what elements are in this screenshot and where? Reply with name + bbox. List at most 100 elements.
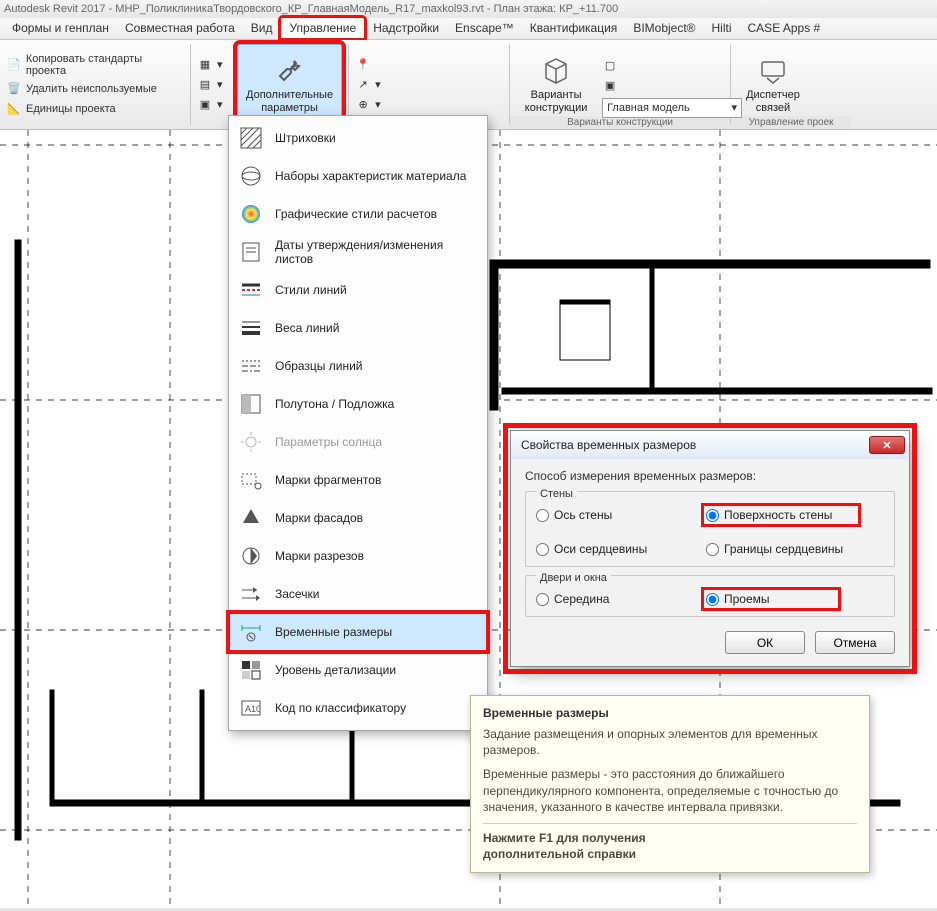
menu-material-assets[interactable]: Наборы характеристик материала (229, 157, 487, 195)
menu-assembly-code[interactable]: A10Код по классификатору (229, 689, 487, 727)
cmd-purge-unused-label: Удалить неиспользуемые (26, 83, 157, 95)
radio-openings[interactable]: Проемы (706, 592, 836, 606)
code-icon: A10 (237, 694, 265, 722)
menu-analysis-styles[interactable]: Графические стили расчетов (229, 195, 487, 233)
sun-icon (237, 428, 265, 456)
menu-halftone[interactable]: Полутона / Подложка (229, 385, 487, 423)
manage-links-label1: Диспетчер (746, 89, 800, 101)
menu-fill-patterns-label: Штриховки (275, 131, 336, 145)
menu-sun-settings-label: Параметры солнца (275, 435, 382, 449)
radio-openings-label: Проемы (724, 592, 770, 606)
tab-hilti[interactable]: Hilti (704, 18, 740, 39)
callout-icon (237, 466, 265, 494)
cmd-copy-project-standards[interactable]: 📄 Копировать стандарты проекта (6, 53, 184, 77)
design-options-button[interactable]: Вариантыконструкции (516, 44, 596, 125)
radio-center[interactable]: Середина (536, 592, 686, 606)
design-option-combo-value: Главная модель (607, 102, 690, 114)
tooltip-f1-line1: Нажмите F1 для получения (483, 830, 857, 846)
small-btn-2[interactable]: ▤▾ (197, 77, 223, 93)
section-icon (237, 542, 265, 570)
menu-callout-tags-label: Марки фрагментов (275, 473, 381, 487)
small-btn-v2[interactable]: ▣ (602, 78, 742, 94)
design-option-combo[interactable]: Главная модель ▾ (602, 98, 742, 118)
radio-wall-centerline[interactable]: Ось стены (536, 508, 686, 522)
menu-fill-patterns[interactable]: Штриховки (229, 119, 487, 157)
menu-section-tags[interactable]: Марки разрезов (229, 537, 487, 575)
radio-core-face-label: Границы сердцевины (724, 542, 843, 556)
menu-detail-level[interactable]: Уровень детализации (229, 651, 487, 689)
menu-sheet-issues-label: Даты утверждения/изменения листов (275, 238, 477, 266)
radio-wall-face[interactable]: Поверхность стены (706, 508, 856, 522)
link-icon (757, 55, 789, 87)
tab-enscape[interactable]: Enscape™ (447, 18, 522, 39)
menu-temporary-dimensions-label: Временные размеры (275, 625, 392, 639)
ribbon-group-smallicons: ▦▾ ▤▾ ▣▾ (191, 40, 231, 129)
radio-core-centerline[interactable]: Оси сердцевины (536, 542, 686, 556)
copy-icon: 📄 (6, 57, 22, 73)
tab-case-apps[interactable]: CASE Apps # (740, 18, 829, 39)
origin-icon: ⊕ (355, 97, 371, 113)
tab-sovmestnaya-rabota[interactable]: Совместная работа (117, 18, 243, 39)
ribbon-group-left: 📄 Копировать стандарты проекта 🗑️ Удалит… (0, 40, 190, 129)
menu-arrowheads[interactable]: Засечки (229, 575, 487, 613)
dimension-icon (237, 618, 265, 646)
chevron-down-icon: ▾ (375, 78, 381, 91)
dialog-close-button[interactable]: ✕ (869, 436, 905, 454)
tab-kvantifikatsiya[interactable]: Квантификация (522, 18, 626, 39)
small-btn-a2[interactable]: ↗▾ (355, 77, 381, 93)
tab-formy-genplan[interactable]: Формы и генплан (4, 18, 117, 39)
small-btn-1[interactable]: ▦▾ (197, 57, 223, 73)
chevron-down-icon: ▾ (217, 98, 223, 111)
fieldset-walls-legend: Стены (536, 488, 577, 500)
dialog-titlebar[interactable]: Свойства временных размеров ✕ (511, 431, 909, 459)
menu-line-styles[interactable]: Стили линий (229, 271, 487, 309)
menu-line-weights[interactable]: Веса линий (229, 309, 487, 347)
tooltip-para2: Временные размеры - это расстояния до бл… (483, 766, 857, 815)
cube-icon (540, 55, 572, 87)
tooltip-separator (483, 823, 857, 824)
menu-section-tags-label: Марки разрезов (275, 549, 364, 563)
small-btn-v1[interactable]: ▢ (602, 58, 742, 74)
chevron-down-icon: ▾ (375, 98, 381, 111)
tab-bimobject[interactable]: BIMobject® (625, 18, 703, 39)
manage-links-button[interactable]: Диспетчерсвязей (737, 44, 809, 125)
hatch-icon (237, 124, 265, 152)
additional-settings-label2: параметры (261, 102, 318, 114)
radio-wall-face-label: Поверхность стены (724, 508, 832, 522)
menu-elevation-tags[interactable]: Марки фасадов (229, 499, 487, 537)
menu-callout-tags[interactable]: Марки фрагментов (229, 461, 487, 499)
cmd-project-units[interactable]: 📐 Единицы проекта (6, 101, 184, 117)
box-icon: ▢ (602, 58, 618, 74)
menu-sheet-issues[interactable]: Даты утверждения/изменения листов (229, 233, 487, 271)
ok-button[interactable]: ОК (725, 631, 805, 654)
menu-sun-settings[interactable]: Параметры солнца (229, 423, 487, 461)
design-options-label1: Варианты (531, 89, 582, 101)
location-icon: 📍 (355, 57, 371, 73)
menu-analysis-styles-label: Графические стили расчетов (275, 207, 437, 221)
arrowhead-icon (237, 580, 265, 608)
dialog-title-text: Свойства временных размеров (521, 438, 696, 452)
tab-upravlenie[interactable]: Управление (280, 17, 365, 39)
cmd-project-units-label: Единицы проекта (26, 103, 116, 115)
tab-vid[interactable]: Вид (243, 18, 281, 39)
cancel-button[interactable]: Отмена (815, 631, 895, 654)
weight-icon (237, 314, 265, 342)
small-btn-3[interactable]: ▣▾ (197, 97, 223, 113)
lines-icon (237, 276, 265, 304)
check-icon: ▣ (602, 78, 618, 94)
small-btn-a3[interactable]: ⊕▾ (355, 97, 381, 113)
design-options-label2: конструкции (525, 102, 588, 114)
menu-line-patterns[interactable]: Образцы линий (229, 347, 487, 385)
pattern-icon (237, 352, 265, 380)
cmd-purge-unused[interactable]: 🗑️ Удалить неиспользуемые (6, 81, 184, 97)
small-btn-a1[interactable]: 📍 (355, 57, 381, 73)
window-title-text: Autodesk Revit 2017 - МНР_ПоликлиникаТво… (4, 3, 618, 15)
menu-halftone-label: Полутона / Подложка (275, 397, 394, 411)
wrench-icon (274, 55, 306, 87)
radio-core-face[interactable]: Границы сердцевины (706, 542, 856, 556)
panel-label-variants: Варианты конструкции (510, 116, 730, 129)
tab-nadstroyki[interactable]: Надстройки (365, 18, 447, 39)
menu-temporary-dimensions[interactable]: Временные размеры (229, 613, 487, 651)
cmd-copy-project-standards-label: Копировать стандарты проекта (26, 53, 184, 77)
additional-settings-button[interactable]: Дополнительныепараметры (237, 44, 342, 125)
